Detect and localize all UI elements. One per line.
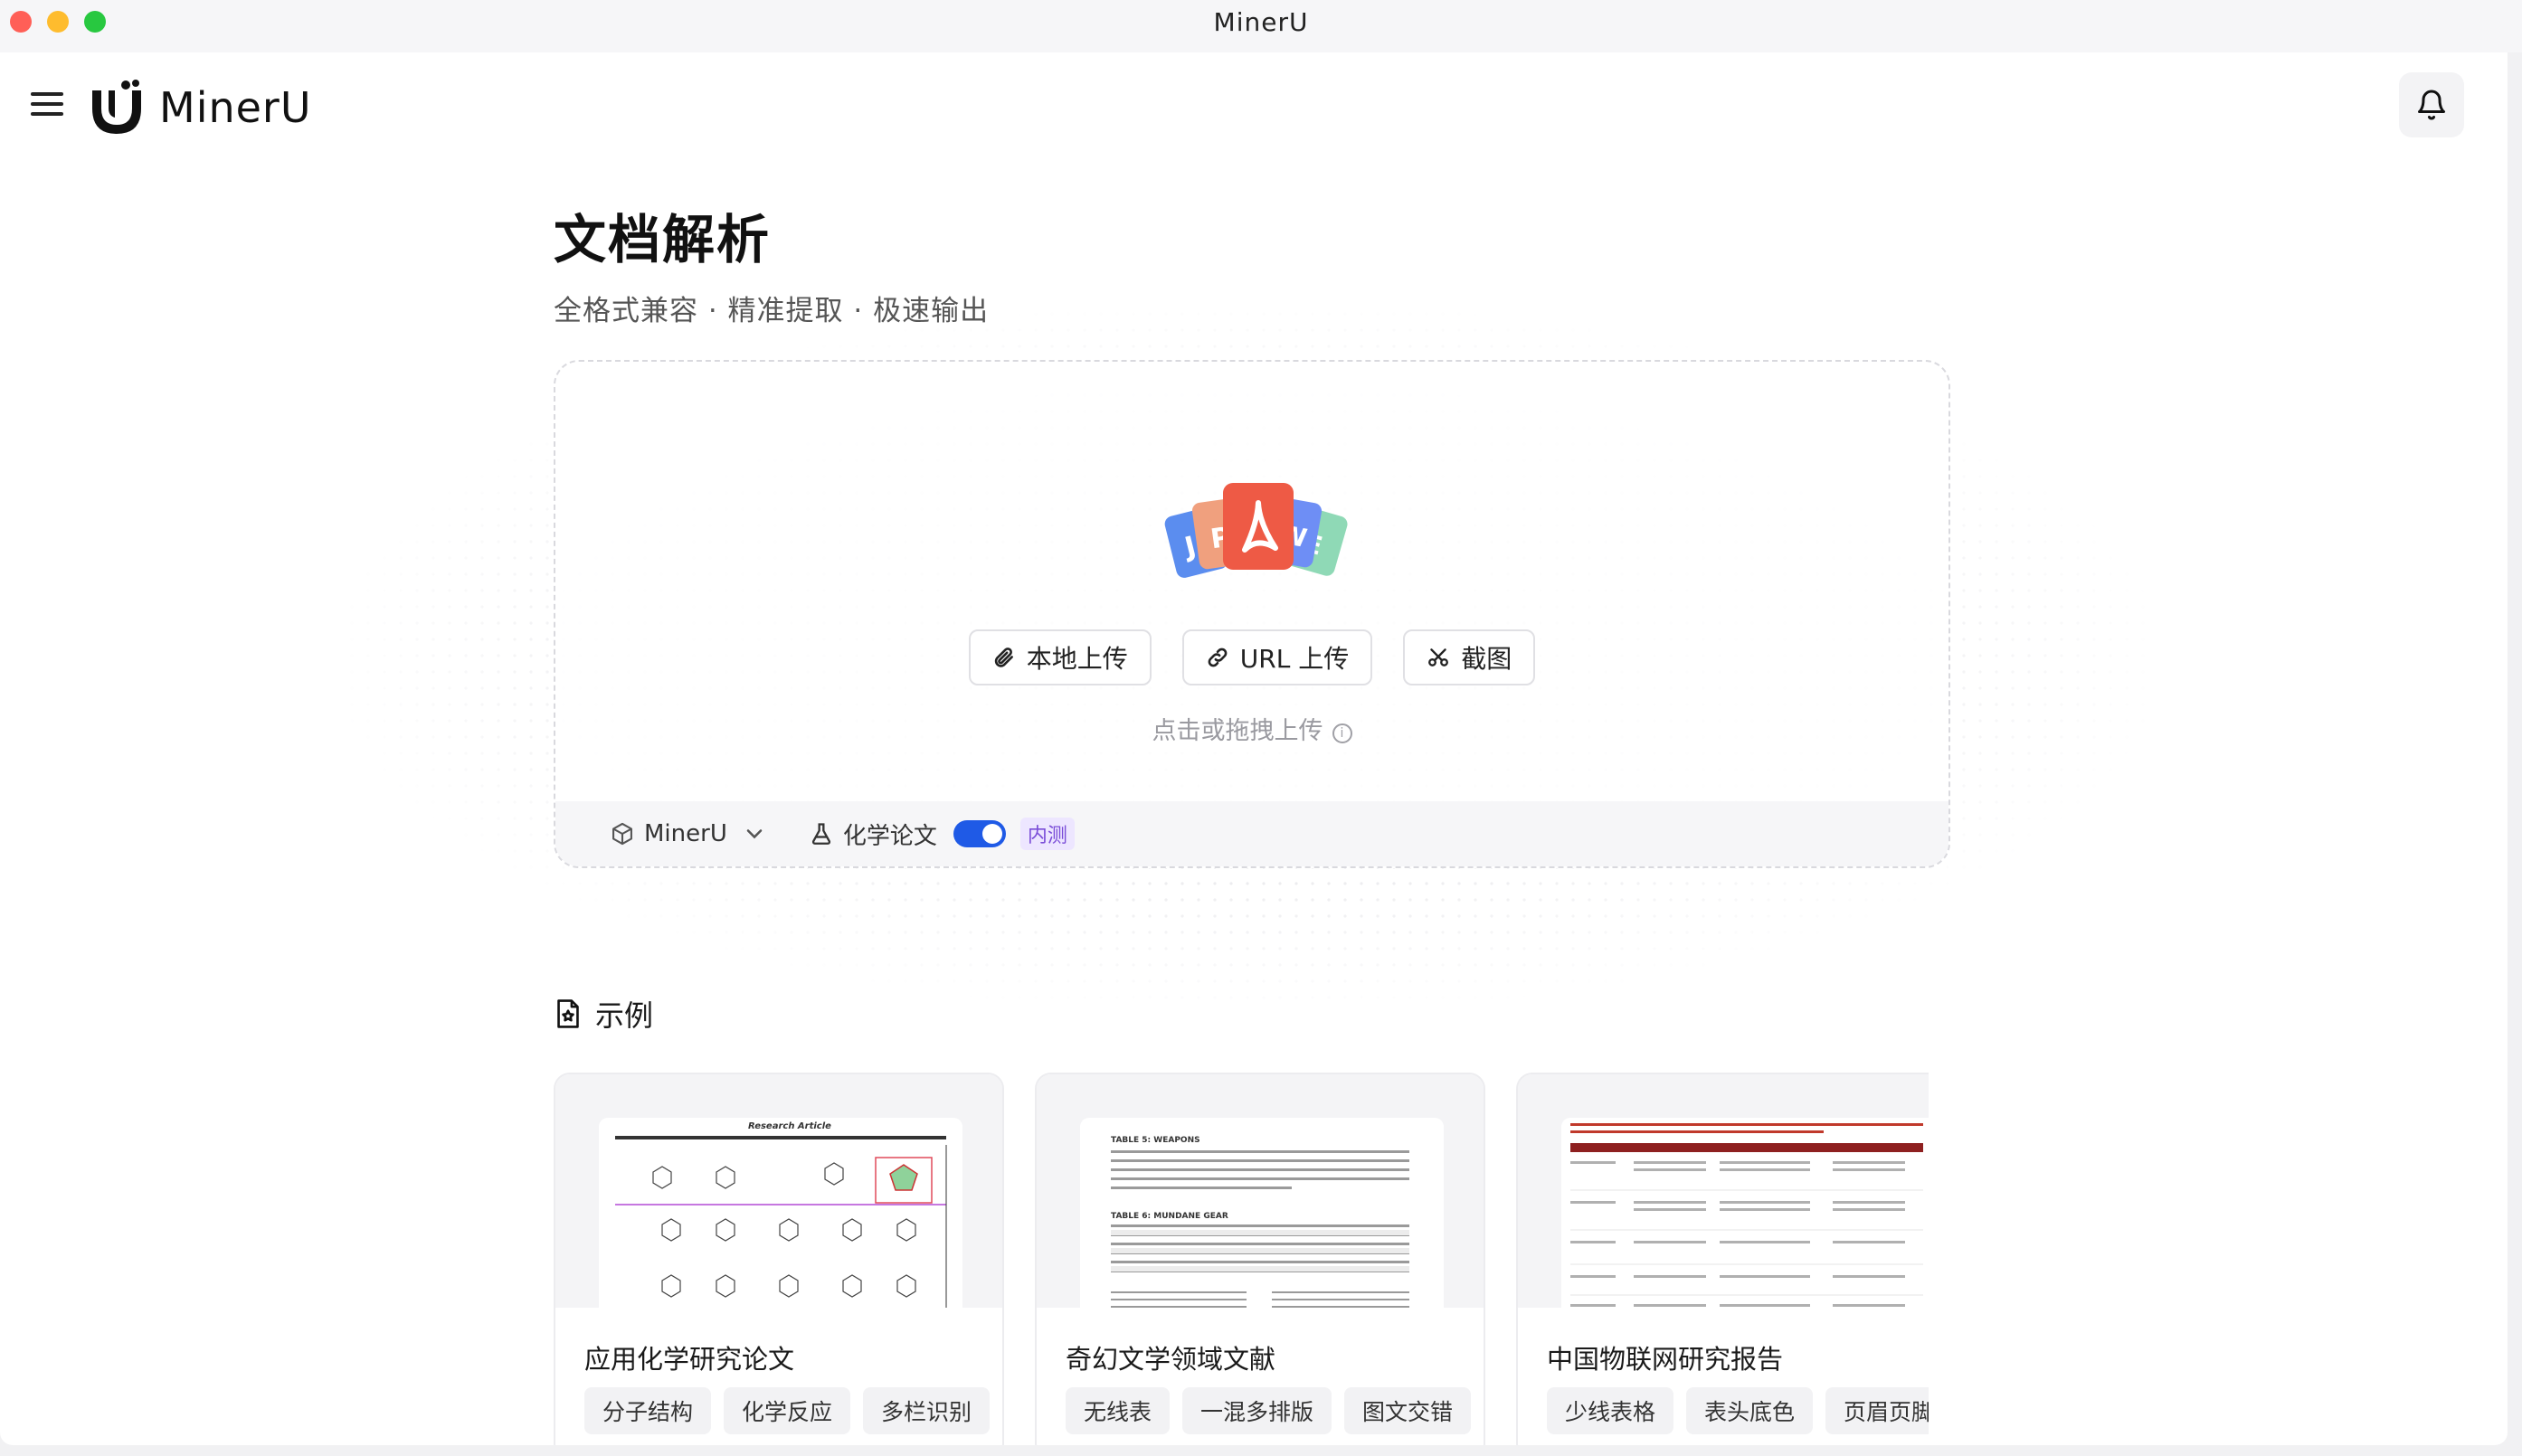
- document-star-icon: [557, 999, 579, 1028]
- report-table-image: [1570, 1123, 1923, 1307]
- local-upload-label: 本地上传: [1026, 644, 1128, 674]
- model-select[interactable]: MinerU: [610, 820, 767, 847]
- chevron-down-icon: [746, 829, 763, 839]
- example-tag: 无线表: [1066, 1387, 1171, 1434]
- beta-badge: 内测: [1019, 818, 1075, 850]
- example-tag: 页眉页脚: [1825, 1387, 1929, 1434]
- example-tag: 一混多排版: [1182, 1387, 1332, 1434]
- app-window: MinerU 文档解析 全格式兼容 · 精准提取 · 极速输出 J P E W …: [0, 52, 2508, 1445]
- example-tag: 少线表格: [1547, 1387, 1674, 1434]
- bell-icon: [2418, 90, 2445, 120]
- example-card-title: 应用化学研究论文: [584, 1344, 795, 1375]
- example-card-iot-report[interactable]: 中国物联网研究报告 少线表格 表头底色 页眉页脚: [1516, 1073, 1929, 1445]
- local-upload-button[interactable]: 本地上传: [968, 629, 1152, 685]
- info-icon[interactable]: i: [1332, 723, 1352, 743]
- example-tag: 分子结构: [584, 1387, 712, 1434]
- table-lines-image: [1111, 1150, 1409, 1308]
- page-title: 文档解析: [554, 209, 772, 270]
- url-upload-button[interactable]: URL 上传: [1181, 629, 1373, 685]
- mineru-logo-icon: [92, 80, 141, 134]
- chem-paper-label: 化学论文: [842, 822, 937, 850]
- example-thumbnail: [1518, 1074, 1929, 1308]
- window-title: MinerU: [1213, 7, 1309, 37]
- example-tag: 多栏识别: [863, 1387, 991, 1434]
- scissors-icon: [1428, 648, 1449, 667]
- menu-icon[interactable]: [31, 92, 63, 119]
- file-formats-icon: J P E W: [1164, 483, 1348, 578]
- logo-text: MinerU: [159, 83, 312, 132]
- upload-hint-text: 点击或拖拽上传: [1152, 717, 1323, 745]
- example-card-title: 奇幻文学领域文献: [1066, 1344, 1276, 1375]
- example-card-title: 中国物联网研究报告: [1547, 1344, 1784, 1375]
- molecule-structures-image: [615, 1145, 947, 1308]
- upload-dropzone[interactable]: J P E W 本地上传 URL 上传 截图 点击或拖拽上传 i: [554, 360, 1950, 868]
- example-card-chemistry[interactable]: Research Article 应用化学研究论文 分子结构 化学反应 多栏识别: [554, 1073, 1004, 1445]
- paperclip-icon: [994, 648, 1013, 667]
- upload-hint: 点击或拖拽上传 i: [555, 711, 1948, 746]
- screenshot-label: 截图: [1461, 644, 1512, 674]
- flask-icon: [811, 823, 830, 845]
- examples-title: 示例: [595, 998, 654, 1033]
- chem-paper-option: 化学论文 内测: [809, 818, 1075, 851]
- example-tag: 图文交错: [1344, 1387, 1472, 1434]
- url-upload-label: URL 上传: [1239, 644, 1350, 674]
- model-select-label: MinerU: [644, 820, 727, 847]
- chem-paper-toggle[interactable]: [953, 820, 1006, 847]
- example-card-fantasy[interactable]: TABLE 5: WEAPONS TABLE 6: MUNDANE GEAR 奇…: [1035, 1073, 1485, 1445]
- example-thumbnail: Research Article: [555, 1074, 1002, 1308]
- screenshot-button[interactable]: 截图: [1403, 629, 1536, 685]
- example-thumbnail: TABLE 5: WEAPONS TABLE 6: MUNDANE GEAR: [1037, 1074, 1484, 1308]
- link-icon: [1208, 648, 1228, 667]
- window-titlebar: MinerU: [0, 0, 2522, 52]
- example-tag: 表头底色: [1686, 1387, 1814, 1434]
- notification-button[interactable]: [2399, 72, 2464, 137]
- page-subtitle: 全格式兼容 · 精准提取 · 极速输出: [554, 295, 990, 327]
- logo[interactable]: MinerU: [87, 76, 312, 139]
- examples-heading: 示例: [554, 993, 653, 1035]
- cube-icon: [612, 822, 632, 846]
- thumb-header: Research Article: [748, 1121, 831, 1131]
- options-bar: MinerU 化学论文 内测: [555, 801, 1948, 866]
- example-tag: 化学反应: [724, 1387, 851, 1434]
